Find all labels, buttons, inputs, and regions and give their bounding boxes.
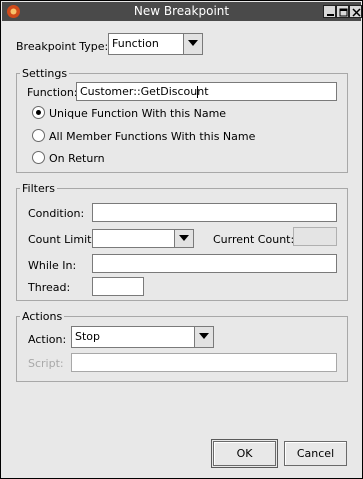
chevron-down-icon — [188, 40, 198, 46]
current-count-display — [293, 227, 337, 246]
breakpoint-type-select[interactable]: Function — [108, 33, 203, 55]
close-icon — [352, 8, 361, 17]
radio-all-member-functions[interactable] — [32, 129, 45, 142]
function-input-value: Customer::GetDiscount — [80, 85, 209, 98]
chevron-down-icon — [199, 333, 209, 339]
breakpoint-type-value: Function — [112, 37, 159, 50]
function-input[interactable]: Customer::GetDiscount — [76, 82, 337, 101]
condition-input[interactable] — [92, 203, 337, 222]
new-breakpoint-dialog: New Breakpoint Breakpoint Type: Function… — [0, 0, 363, 479]
settings-group-title: Settings — [20, 67, 70, 80]
action-select[interactable]: Stop — [71, 326, 214, 348]
text-caret — [197, 86, 198, 98]
action-value: Stop — [75, 330, 101, 343]
function-label: Function: — [27, 86, 78, 99]
count-limit-select[interactable] — [92, 229, 194, 248]
maximize-icon — [339, 8, 348, 17]
breakpoint-type-dropdown-button[interactable] — [183, 34, 202, 54]
count-limit-label: Count Limit: — [28, 233, 96, 246]
maximize-button[interactable] — [336, 5, 349, 18]
chevron-down-icon — [179, 235, 189, 241]
minimize-button[interactable] — [323, 5, 336, 18]
script-label: Script: — [28, 357, 64, 370]
minimize-icon — [327, 14, 334, 16]
filters-group-title: Filters — [20, 182, 57, 195]
radio-all-member-functions-label[interactable]: All Member Functions With this Name — [49, 130, 255, 143]
radio-selected-dot — [36, 110, 41, 115]
condition-label: Condition: — [28, 207, 85, 220]
radio-unique-function[interactable] — [32, 106, 45, 119]
while-in-label: While In: — [28, 259, 77, 272]
cancel-button[interactable]: Cancel — [284, 441, 347, 466]
count-limit-dropdown-button[interactable] — [174, 230, 193, 247]
breakpoint-type-label: Breakpoint Type: — [16, 40, 109, 53]
current-count-label: Current Count: — [213, 233, 295, 246]
radio-on-return[interactable] — [32, 151, 45, 164]
ok-button[interactable]: OK — [211, 439, 278, 468]
window-title: New Breakpoint — [133, 4, 230, 18]
action-label: Action: — [28, 333, 67, 346]
script-input[interactable] — [71, 353, 337, 372]
close-button[interactable] — [349, 5, 362, 18]
actions-group-title: Actions — [20, 310, 65, 323]
title-bar[interactable]: New Breakpoint — [2, 2, 362, 21]
while-in-input[interactable] — [92, 254, 337, 273]
thread-input[interactable] — [92, 277, 144, 296]
action-dropdown-button[interactable] — [194, 327, 213, 347]
thread-label: Thread: — [28, 281, 71, 294]
radio-on-return-label[interactable]: On Return — [49, 152, 105, 165]
radio-unique-function-label[interactable]: Unique Function With this Name — [49, 107, 226, 120]
